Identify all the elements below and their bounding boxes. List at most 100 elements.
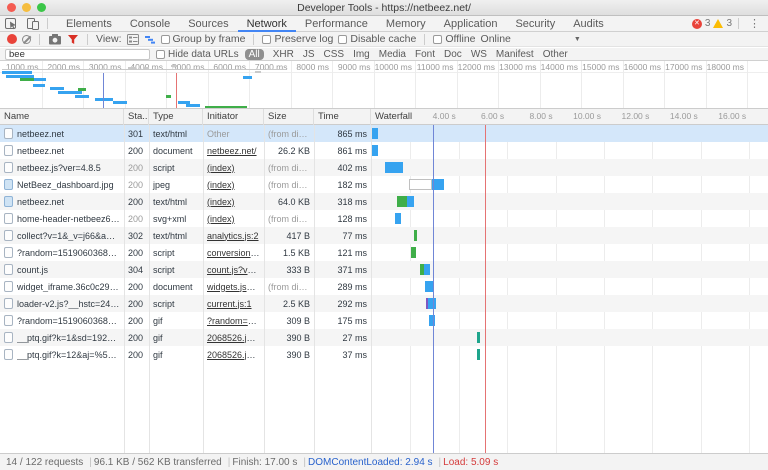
- tab-memory[interactable]: Memory: [377, 16, 435, 32]
- column-header-time[interactable]: Time: [314, 109, 371, 125]
- initiator-link[interactable]: analytics.js:2: [207, 231, 259, 241]
- type-cell: gif: [153, 332, 163, 343]
- initiator-cell[interactable]: 2068526.js:15: [203, 333, 264, 343]
- preserve-log-checkbox[interactable]: Preserve log: [262, 33, 333, 45]
- initiator-link[interactable]: (index): [207, 197, 235, 207]
- filter-type-css[interactable]: CSS: [324, 49, 345, 60]
- column-header-status[interactable]: Sta...: [124, 109, 149, 125]
- tab-application[interactable]: Application: [435, 16, 507, 32]
- initiator-cell[interactable]: netbeez.net/: [203, 146, 264, 156]
- overview-request-bar: [34, 78, 46, 81]
- request-row[interactable]: collect?v=1&_v=j66&a=19227... 302 text/htm…: [0, 227, 768, 244]
- file-icon: [4, 281, 13, 292]
- overview-tick-label: 11000 ms: [416, 62, 454, 72]
- initiator-cell[interactable]: widgets.js?ver...: [203, 282, 264, 292]
- request-name-cell: NetBeez_dashboard.jpg: [0, 179, 124, 190]
- request-row[interactable]: ?random=1519060368753&cv... 200 script conv…: [0, 244, 768, 261]
- request-row[interactable]: widget_iframe.36c0c29c73929... 200 documen…: [0, 278, 768, 295]
- column-header-size[interactable]: Size: [264, 109, 314, 125]
- filter-input[interactable]: [5, 48, 150, 60]
- offline-checkbox[interactable]: Offline: [433, 33, 476, 45]
- request-row[interactable]: netbeez.net 200 document netbeez.net/26.2 K…: [0, 142, 768, 159]
- filter-type-js[interactable]: JS: [303, 49, 315, 60]
- tab-elements[interactable]: Elements: [57, 16, 121, 32]
- initiator-link[interactable]: (index): [207, 214, 235, 224]
- error-icon[interactable]: ✕: [691, 18, 702, 29]
- hide-data-urls-checkbox[interactable]: Hide data URLs: [156, 49, 239, 60]
- initiator-link[interactable]: conversion_as...: [207, 248, 264, 258]
- initiator-cell[interactable]: 2068526.js:15: [203, 350, 264, 360]
- filter-toggle-icon[interactable]: [67, 34, 79, 45]
- tab-audits[interactable]: Audits: [564, 16, 613, 32]
- device-toolbar-icon[interactable]: [22, 16, 44, 31]
- initiator-cell[interactable]: (index): [203, 197, 264, 207]
- initiator-cell[interactable]: (index): [203, 214, 264, 224]
- request-row[interactable]: count.js 304 script count.js?ver=4... 333 B 3…: [0, 261, 768, 278]
- disable-cache-checkbox[interactable]: Disable cache: [338, 33, 416, 45]
- table-header-row: Name Sta... Type Initiator Size Time Wat…: [0, 109, 768, 125]
- column-header-waterfall[interactable]: Waterfall: [371, 109, 768, 125]
- initiator-link[interactable]: netbeez.net/: [207, 146, 257, 156]
- initiator-link[interactable]: count.js?ver=4...: [207, 265, 264, 275]
- request-row[interactable]: __ptq.gif?k=12&aj=%5B%22... 200 gif 2068526…: [0, 346, 768, 363]
- initiator-link[interactable]: ?random=151...: [207, 316, 264, 326]
- time-cell: 37 ms: [342, 349, 367, 360]
- group-by-frame-checkbox[interactable]: Group by frame: [160, 33, 245, 45]
- capture-screenshots-icon[interactable]: [48, 33, 62, 45]
- request-row[interactable]: loader-v2.js?__hstc=24902325... 200 script…: [0, 295, 768, 312]
- initiator-link[interactable]: (index): [207, 180, 235, 190]
- column-header-name[interactable]: Name: [0, 109, 124, 125]
- more-options-icon[interactable]: ⋮: [745, 17, 764, 30]
- throttling-dropdown[interactable]: Online: [481, 33, 511, 45]
- filter-type-img[interactable]: Img: [353, 49, 370, 60]
- filter-type-media[interactable]: Media: [379, 49, 406, 60]
- request-row[interactable]: NetBeez_dashboard.jpg 200 jpeg (index) (from…: [0, 176, 768, 193]
- size-cell: (from disk ...: [268, 128, 314, 139]
- initiator-cell[interactable]: conversion_as...: [203, 248, 264, 258]
- request-row[interactable]: ?random=1519060368753&cv... 200 gif ?random…: [0, 312, 768, 329]
- tab-console[interactable]: Console: [121, 16, 179, 32]
- initiator-link[interactable]: 2068526.js:15: [207, 333, 264, 343]
- network-overview[interactable]: 1000 ms 2000 ms 3000 ms 4000 ms 5000 ms 6000 …: [0, 61, 768, 109]
- request-name-cell: netbeez.net: [0, 196, 124, 207]
- initiator-link[interactable]: widgets.js?ver...: [207, 282, 264, 292]
- filter-type-doc[interactable]: Doc: [444, 49, 462, 60]
- status-cell: 200: [128, 298, 144, 309]
- inspect-element-icon[interactable]: [0, 16, 22, 31]
- tab-network[interactable]: Network: [238, 16, 296, 32]
- initiator-cell[interactable]: analytics.js:2: [203, 231, 264, 241]
- initiator-cell[interactable]: ?random=151...: [203, 316, 264, 326]
- request-row[interactable]: netbeez.net 200 text/html (index) 64.0 KB 318…: [0, 193, 768, 210]
- initiator-link[interactable]: (index): [207, 163, 235, 173]
- request-row[interactable]: netbeez.net 301 text/html Other (from disk .…: [0, 125, 768, 142]
- filter-type-font[interactable]: Font: [415, 49, 435, 60]
- tab-performance[interactable]: Performance: [296, 16, 377, 32]
- record-button[interactable]: [7, 34, 17, 44]
- initiator-cell[interactable]: (index): [203, 180, 264, 190]
- warning-icon[interactable]: [713, 19, 724, 28]
- show-overview-icon[interactable]: [144, 34, 156, 45]
- initiator-link[interactable]: 2068526.js:15: [207, 350, 264, 360]
- initiator-link[interactable]: current.js:1: [207, 299, 252, 309]
- filter-type-ws[interactable]: WS: [471, 49, 487, 60]
- clear-button[interactable]: [22, 34, 31, 44]
- column-header-type[interactable]: Type: [149, 109, 203, 125]
- filter-type-all[interactable]: All: [244, 48, 264, 60]
- filter-type-xhr[interactable]: XHR: [273, 49, 294, 60]
- overview-tick-label: 13000 ms: [499, 62, 537, 72]
- initiator-cell[interactable]: current.js:1: [203, 299, 264, 309]
- column-header-initiator[interactable]: Initiator: [203, 109, 264, 125]
- tab-sources[interactable]: Sources: [179, 16, 237, 32]
- initiator-cell[interactable]: count.js?ver=4...: [203, 265, 264, 275]
- tab-security[interactable]: Security: [506, 16, 564, 32]
- use-large-rows-icon[interactable]: [126, 33, 139, 45]
- request-row[interactable]: netbeez.js?ver=4.8.5 200 script (index) (fro…: [0, 159, 768, 176]
- initiator-cell[interactable]: (index): [203, 163, 264, 173]
- overview-request-bar: [113, 101, 127, 104]
- divider: [39, 33, 40, 45]
- filter-type-other[interactable]: Other: [543, 49, 568, 60]
- filter-type-manifest[interactable]: Manifest: [496, 49, 534, 60]
- request-row[interactable]: __ptq.gif?k=1&sd=1920x1080... 200 gif 20685…: [0, 329, 768, 346]
- chevron-down-icon[interactable]: ▼: [574, 36, 581, 43]
- request-row[interactable]: home-header-netbeez6.svg 200 svg+xml (index…: [0, 210, 768, 227]
